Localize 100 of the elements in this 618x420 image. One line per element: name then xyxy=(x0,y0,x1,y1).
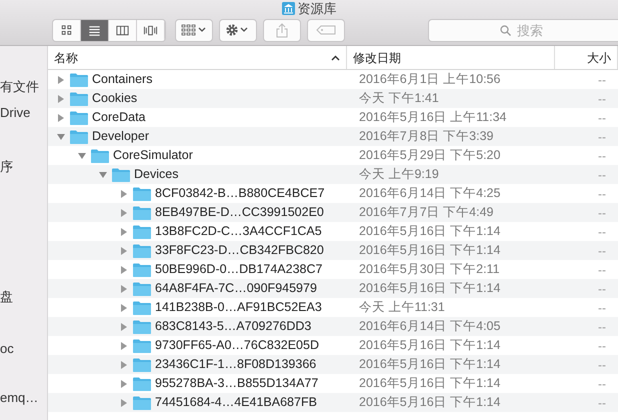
tag-button[interactable] xyxy=(307,18,345,42)
file-name: 8CF03842-B…B880CE4BCE7 xyxy=(155,185,325,202)
grid-caret-icon xyxy=(181,24,207,36)
sidebar-item[interactable]: 有文件 xyxy=(0,78,47,96)
folder-icon xyxy=(70,110,88,124)
modified-date: 2016年7月8日 下午3:39 xyxy=(358,128,495,146)
folder-icon xyxy=(91,148,109,162)
folder-icon xyxy=(133,300,151,314)
modified-date: 今天 上午9:19 xyxy=(358,166,440,184)
file-name: CoreSimulator xyxy=(113,147,193,164)
file-name: 64A8F4FA-7C…090F945979 xyxy=(155,280,317,298)
disclosure-triangle-icon[interactable] xyxy=(56,94,66,104)
modified-date: 2016年5月30日 下午2:11 xyxy=(358,261,501,278)
library-icon xyxy=(282,2,294,15)
file-size: -- xyxy=(597,242,607,260)
disclosure-triangle-icon[interactable] xyxy=(119,360,129,370)
disclosure-triangle-icon[interactable] xyxy=(119,264,129,274)
modified-date: 2016年5月16日 下午1:14 xyxy=(358,375,502,392)
column-view-button[interactable] xyxy=(109,20,137,40)
modified-date: 2016年5月16日 下午1:14 xyxy=(358,280,502,298)
grid-icon xyxy=(59,22,74,38)
file-name: 33F8FC23-D…CB342FBC820 xyxy=(155,242,324,260)
file-size: -- xyxy=(597,224,607,240)
file-size: -- xyxy=(597,338,607,354)
file-name: 9730FF65-A0…76C832E05D xyxy=(155,337,319,354)
disclosure-triangle-icon[interactable] xyxy=(119,340,129,350)
disclosure-triangle-icon[interactable] xyxy=(119,378,129,388)
disclosure-triangle-icon[interactable] xyxy=(56,132,66,140)
modified-date: 2016年6月1日 上午10:56 xyxy=(358,71,502,88)
file-size: -- xyxy=(597,166,607,184)
folder-icon xyxy=(133,358,151,372)
list-view-button[interactable] xyxy=(81,20,109,40)
file-name: Containers xyxy=(92,71,152,88)
modified-date: 2016年5月29日 下午5:20 xyxy=(358,147,502,164)
file-size: -- xyxy=(597,90,607,108)
column-header[interactable]: 大小 xyxy=(555,46,618,69)
folder-icon xyxy=(70,72,88,86)
file-name: 955278BA-3…B855D134A77 xyxy=(155,375,318,392)
file-name: 50BE996D-0…DB174A238C7 xyxy=(155,261,322,278)
file-size: -- xyxy=(597,110,607,126)
disclosure-triangle-icon[interactable] xyxy=(119,188,129,198)
icon-view-button[interactable] xyxy=(53,20,81,40)
file-name: 74451684-4…4E41BA687FB xyxy=(155,394,317,412)
folder-icon xyxy=(70,92,88,106)
file-size: -- xyxy=(597,262,607,278)
folder-icon xyxy=(70,130,88,144)
cover-flow-button[interactable] xyxy=(137,20,165,40)
disclosure-triangle-icon[interactable] xyxy=(119,322,129,332)
disclosure-triangle-icon[interactable] xyxy=(56,112,66,122)
modified-date: 2016年6月14日 下午4:05 xyxy=(358,318,502,336)
column-header[interactable]: 修改日期 xyxy=(347,46,555,69)
modified-date: 2016年6月14日 下午4:25 xyxy=(358,185,502,202)
file-name: 23436C1F-1…8F08D139366 xyxy=(155,356,316,374)
file-size: -- xyxy=(597,356,607,374)
sidebar-item[interactable]: 序 xyxy=(0,158,47,176)
disclosure-triangle-icon[interactable] xyxy=(119,398,129,408)
file-size: -- xyxy=(597,186,607,202)
search-field[interactable]: 搜索 xyxy=(428,18,618,42)
file-size: -- xyxy=(597,376,607,392)
file-name: 13B8FC2D-C…3A4CCF1CA5 xyxy=(155,223,322,240)
disclosure-triangle-icon[interactable] xyxy=(119,246,129,256)
disclosure-triangle-icon[interactable] xyxy=(119,302,129,312)
sidebar-item[interactable]: Drive xyxy=(0,104,47,122)
modified-date: 2016年5月16日 上午11:34 xyxy=(358,109,508,126)
modified-date: 2016年5月16日 下午1:14 xyxy=(358,394,502,412)
disclosure-triangle-icon[interactable] xyxy=(56,74,66,84)
modified-date: 2016年5月16日 下午1:14 xyxy=(358,356,502,374)
sidebar-item[interactable]: 盘 xyxy=(0,288,47,306)
file-size: -- xyxy=(597,72,607,88)
modified-date: 今天 下午1:41 xyxy=(358,90,440,108)
folder-icon xyxy=(133,206,151,220)
disclosure-triangle-icon[interactable] xyxy=(77,152,87,160)
file-size: -- xyxy=(597,318,607,336)
modified-date: 2016年5月16日 下午1:14 xyxy=(358,337,502,354)
column-header[interactable]: 名称 xyxy=(48,46,347,69)
file-size: -- xyxy=(597,148,607,164)
window-title: 资源库 xyxy=(298,1,336,16)
folder-icon xyxy=(133,282,151,296)
folder-icon xyxy=(133,376,151,390)
file-size: -- xyxy=(597,300,607,316)
sidebar-item[interactable]: oc xyxy=(0,340,47,358)
modified-date: 今天 上午11:31 xyxy=(358,299,446,316)
sidebar-item[interactable]: emq… xyxy=(0,389,47,407)
folder-icon xyxy=(133,320,151,334)
share-icon xyxy=(276,22,288,38)
gear-button[interactable] xyxy=(219,18,257,42)
folder-icon xyxy=(133,186,151,200)
folder-icon xyxy=(112,168,130,182)
disclosure-triangle-icon[interactable] xyxy=(119,208,129,218)
disclosure-triangle-icon[interactable] xyxy=(98,170,108,178)
file-size: -- xyxy=(597,128,607,146)
file-name: Devices xyxy=(134,166,178,184)
disclosure-triangle-icon[interactable] xyxy=(119,226,129,236)
share-button[interactable] xyxy=(263,18,301,42)
folder-icon xyxy=(133,262,151,276)
file-name: 8EB497BE-D…CC3991502E0 xyxy=(155,204,324,222)
file-size: -- xyxy=(597,280,607,298)
file-name: Cookies xyxy=(92,90,138,108)
disclosure-triangle-icon[interactable] xyxy=(119,284,129,294)
arrange-button[interactable] xyxy=(175,18,213,42)
